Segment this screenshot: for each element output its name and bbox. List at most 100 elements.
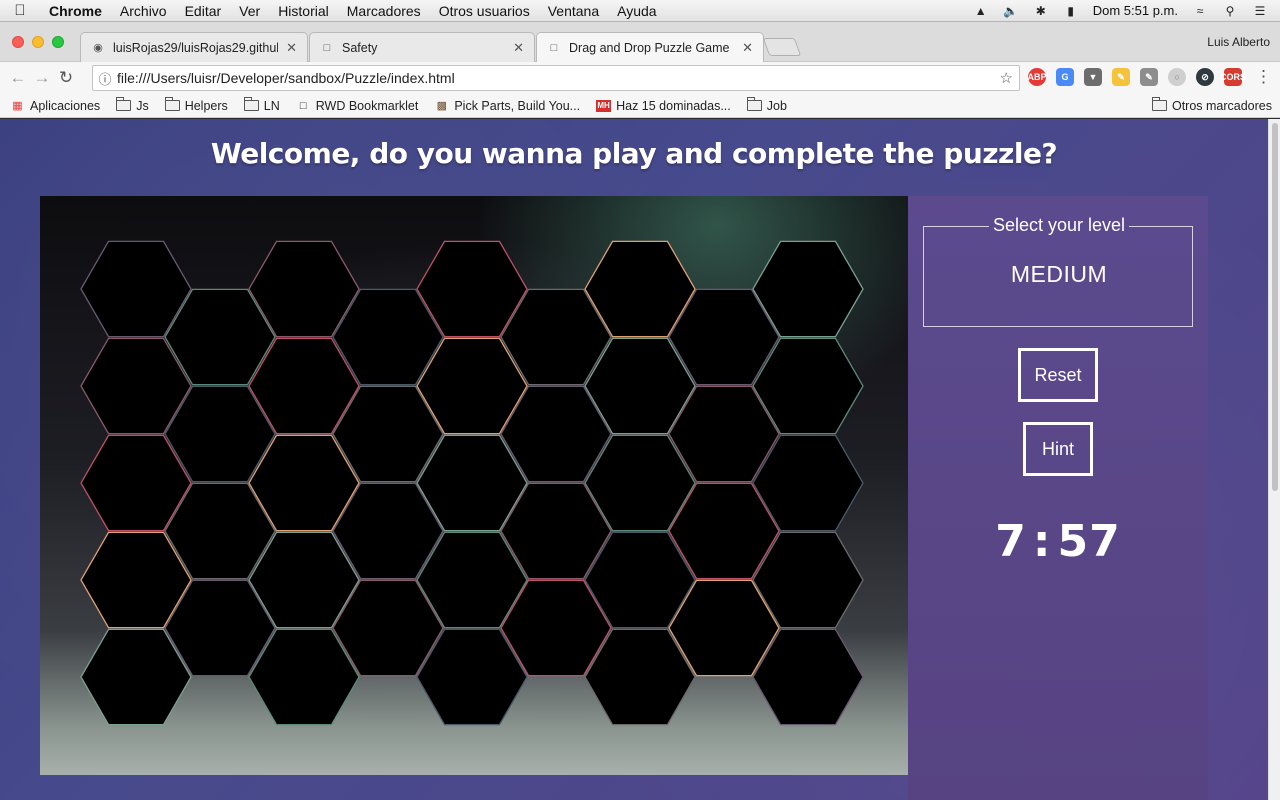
- zensh-icon[interactable]: ⊘: [1196, 68, 1214, 86]
- bookmark-ln[interactable]: LN: [243, 97, 280, 113]
- tab-puzzle[interactable]: □ Drag and Drop Puzzle Game ✕: [536, 32, 764, 63]
- page-icon: □: [323, 41, 331, 54]
- extensions: ABP G ▼ ✎ ✎ ○ ⊘ CORS: [1028, 68, 1246, 86]
- bookmark-haz-15[interactable]: MH Haz 15 dominadas...: [596, 99, 731, 113]
- macos-menubar:  Chrome Archivo Editar Ver Historial Ma…: [0, 0, 1280, 22]
- github-icon: ◉: [93, 42, 103, 54]
- apps-icon: ▦: [12, 100, 23, 112]
- page-icon: □: [299, 99, 307, 112]
- menu-archivo[interactable]: Archivo: [111, 3, 176, 19]
- forward-icon[interactable]: →: [30, 68, 54, 88]
- bookmark-label: Aplicaciones: [30, 98, 101, 113]
- reset-button[interactable]: Reset: [1018, 348, 1098, 402]
- side-panel: Select your level MEDIUM Reset Hint 7:57: [908, 196, 1208, 800]
- bookmark-label: Haz 15 dominadas...: [616, 98, 731, 113]
- menu-app[interactable]: Chrome: [40, 3, 111, 19]
- battery-icon[interactable]: ▮: [1063, 4, 1079, 18]
- close-icon[interactable]: ✕: [513, 40, 524, 56]
- close-icon[interactable]: ✕: [286, 40, 297, 56]
- folder-icon: [243, 97, 259, 112]
- timer: 7:57: [908, 516, 1208, 567]
- level-legend-wrap: Select your level: [924, 215, 1194, 236]
- menu-ventana[interactable]: Ventana: [539, 3, 608, 19]
- cors-icon[interactable]: CORS: [1220, 68, 1246, 86]
- level-value[interactable]: MEDIUM: [924, 261, 1194, 288]
- window-controls: [12, 36, 64, 48]
- menu-editar[interactable]: Editar: [176, 3, 231, 19]
- bookmark-aplicaciones[interactable]: ▦ Aplicaciones: [10, 99, 100, 113]
- bookmark-label: Helpers: [184, 98, 228, 113]
- hat-icon[interactable]: ▲: [973, 4, 989, 18]
- folder-icon: [116, 97, 132, 112]
- tab-title: Safety: [342, 40, 378, 55]
- folder-icon: [164, 97, 180, 112]
- reload-icon[interactable]: ↻: [54, 68, 78, 88]
- apple-icon[interactable]: : [0, 2, 40, 19]
- hint-button[interactable]: Hint: [1023, 422, 1093, 476]
- address-text[interactable]: file:///Users/luisr/Developer/sandbox/Pu…: [117, 70, 455, 86]
- menu-historial[interactable]: Historial: [269, 3, 338, 19]
- bookmark-js[interactable]: Js: [116, 97, 149, 113]
- tab-strip: ◉ luisRojas29/luisRojas29.github. ✕ □ Sa…: [0, 22, 1280, 63]
- menu-ver[interactable]: Ver: [230, 3, 269, 19]
- timer-separator: :: [1032, 516, 1052, 567]
- close-icon[interactable]: ✕: [742, 40, 753, 56]
- page-scrollbar[interactable]: [1268, 119, 1280, 800]
- bookmark-job[interactable]: Job: [746, 97, 787, 113]
- bookmarks-bar: ▦ Aplicaciones Js Helpers LN □ RWD Bookm…: [0, 94, 1280, 118]
- close-window-button[interactable]: [12, 36, 24, 48]
- page-content: Welcome, do you wanna play and complete …: [0, 119, 1268, 800]
- bookmark-label: Otros marcadores: [1171, 98, 1272, 113]
- translate-icon[interactable]: G: [1056, 68, 1074, 86]
- maximize-window-button[interactable]: [52, 36, 64, 48]
- browser-toolbar: ← → ↻ ⓘ file:///Users/luisr/Developer/sa…: [0, 62, 1280, 94]
- tab-safety[interactable]: □ Safety ✕: [309, 32, 535, 62]
- minimize-window-button[interactable]: [32, 36, 44, 48]
- menu-otros-usuarios[interactable]: Otros usuarios: [430, 3, 539, 19]
- bookmark-label: LN: [263, 98, 280, 113]
- mh-icon: MH: [596, 99, 612, 112]
- bookmark-label: Job: [766, 98, 787, 113]
- bookmark-rwd[interactable]: □ RWD Bookmarklet: [296, 98, 419, 113]
- folder-icon: [1151, 97, 1167, 112]
- highlighter-icon[interactable]: ✎: [1112, 68, 1130, 86]
- bookmark-label: RWD Bookmarklet: [315, 98, 419, 113]
- colorpicker-icon[interactable]: ○: [1168, 68, 1186, 86]
- bookmark-star-icon[interactable]: ☆: [1000, 69, 1013, 87]
- spotlight-icon[interactable]: ⚲: [1222, 4, 1238, 18]
- menubar-clock[interactable]: Dom 5:51 p.m.: [1093, 3, 1178, 18]
- scrollbar-thumb[interactable]: [1272, 123, 1278, 491]
- profile-name[interactable]: Luis Alberto: [1207, 35, 1270, 49]
- eyedropper-icon[interactable]: ✎: [1140, 68, 1158, 86]
- page-title: Welcome, do you wanna play and complete …: [210, 137, 1058, 170]
- adblock-icon[interactable]: ABP: [1028, 68, 1047, 86]
- info-icon[interactable]: ⓘ: [93, 69, 117, 88]
- back-icon[interactable]: ←: [6, 68, 30, 88]
- tab-github[interactable]: ◉ luisRojas29/luisRojas29.github. ✕: [80, 32, 308, 62]
- bookmark-label: Pick Parts, Build You...: [454, 98, 581, 113]
- box-icon: ▩: [436, 100, 448, 112]
- pocket-icon[interactable]: ▼: [1084, 68, 1102, 86]
- tab-title: luisRojas29/luisRojas29.github.: [113, 40, 279, 55]
- hex-grid[interactable]: [40, 196, 908, 775]
- notification-center-icon[interactable]: ☰: [1252, 4, 1268, 18]
- bookmark-otros[interactable]: Otros marcadores: [1151, 97, 1272, 113]
- page-icon: □: [550, 42, 558, 54]
- bookmark-pick-parts[interactable]: ▩ Pick Parts, Build You...: [434, 99, 580, 113]
- menu-marcadores[interactable]: Marcadores: [338, 3, 430, 19]
- menu-ayuda[interactable]: Ayuda: [608, 3, 665, 19]
- tab-title: Drag and Drop Puzzle Game: [569, 41, 730, 55]
- level-selector[interactable]: Select your level MEDIUM: [923, 215, 1194, 327]
- address-bar[interactable]: ⓘ file:///Users/luisr/Developer/sandbox/…: [92, 65, 1020, 91]
- bluetooth-icon[interactable]: ✱: [1033, 4, 1049, 18]
- puzzle-board[interactable]: [40, 196, 908, 775]
- bookmark-helpers[interactable]: Helpers: [164, 97, 228, 113]
- timer-minutes: 7: [995, 516, 1027, 567]
- folder-icon: [746, 97, 762, 112]
- new-tab-button[interactable]: [762, 38, 802, 56]
- volume-icon[interactable]: 🔈: [1003, 4, 1019, 18]
- chrome-menu-icon[interactable]: ⋮: [1255, 67, 1272, 87]
- bookmark-label: Js: [136, 98, 149, 113]
- wifi-icon[interactable]: ≈: [1192, 4, 1208, 18]
- timer-seconds: 57: [1057, 516, 1121, 567]
